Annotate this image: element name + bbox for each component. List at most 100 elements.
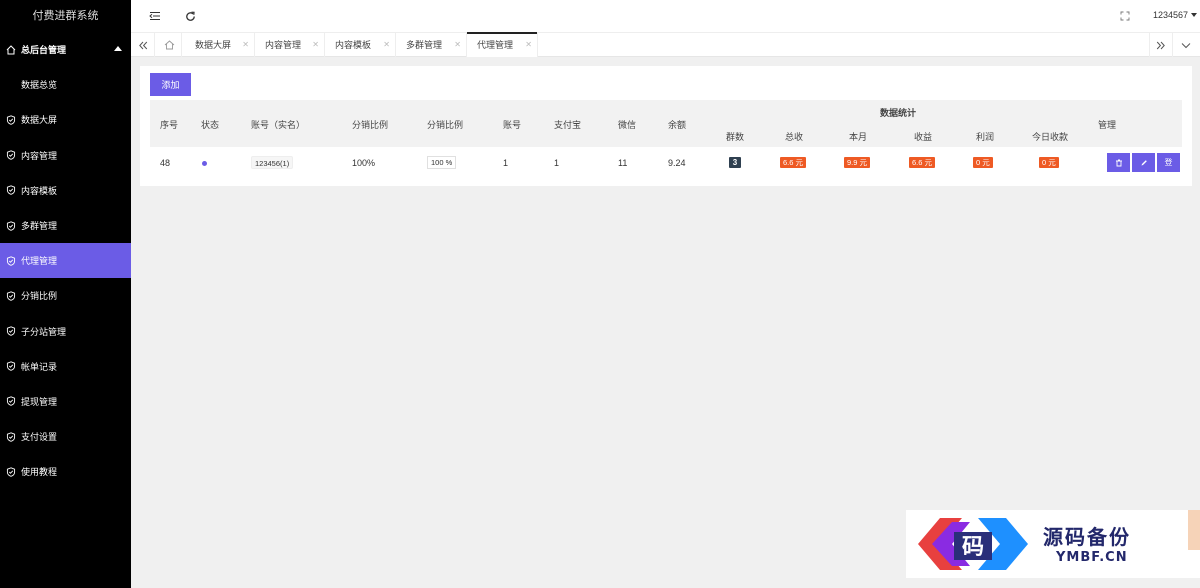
- watermark: 码 源码备份 YMBF.CN: [906, 510, 1200, 578]
- tab-dropdown-icon[interactable]: [1174, 33, 1198, 57]
- watermark-edge: [1188, 510, 1200, 550]
- header-seq: 序号: [160, 120, 179, 130]
- sidebar-item-label: 使用教程: [21, 467, 58, 478]
- cell-wechat: 11: [618, 158, 628, 168]
- tab-data-screen[interactable]: 数据大屏 ✕: [185, 33, 255, 57]
- close-icon[interactable]: ✕: [383, 33, 390, 57]
- sidebar-menu: 总后台管理 数据总览 数据大屏 内容管理 内容模板 多群管理 代理管理 分销比例…: [0, 32, 131, 489]
- sidebar-group-admin[interactable]: 总后台管理: [0, 32, 131, 67]
- tab-label: 数据大屏: [195, 40, 232, 50]
- ratio-input[interactable]: 100 %: [427, 156, 457, 169]
- home-icon: [6, 44, 16, 55]
- profit-badge: 0 元: [973, 157, 993, 168]
- sidebar-item-content-template[interactable]: 内容模板: [0, 173, 131, 208]
- refresh-icon[interactable]: [183, 9, 197, 23]
- top-header: 1234567: [131, 0, 1200, 32]
- tab-label: 代理管理: [477, 40, 514, 50]
- delete-button[interactable]: [1107, 153, 1130, 172]
- pencil-icon: [1141, 159, 1147, 165]
- tab-label: 内容模板: [335, 40, 372, 50]
- status-dot: [202, 161, 207, 166]
- close-icon[interactable]: ✕: [525, 33, 532, 57]
- shield-check-icon: [6, 115, 16, 125]
- sidebar-item-payment[interactable]: 支付设置: [0, 419, 131, 454]
- sidebar-item-withdraw[interactable]: 提现管理: [0, 384, 131, 419]
- login-button[interactable]: 登: [1157, 153, 1180, 172]
- shield-check-icon: [6, 256, 16, 266]
- cell-account-name: 123456(1): [251, 156, 294, 169]
- cell-alipay: 1: [554, 158, 560, 168]
- header-status: 状态: [201, 120, 220, 130]
- add-button[interactable]: 添加: [150, 73, 191, 96]
- shield-check-icon: [6, 150, 16, 160]
- header-stats-group: 数据统计: [880, 108, 917, 118]
- tab-scroll-left-icon[interactable]: [131, 33, 155, 57]
- watermark-en: YMBF.CN: [1056, 550, 1128, 565]
- cell-account: 1: [503, 158, 509, 168]
- sidebar-item-label: 分销比例: [21, 291, 58, 302]
- agent-panel: 添加 序号 状态 账号（实名） 分销比例 分销比例 账号 支付宝 微信 余额 数…: [140, 66, 1192, 186]
- tab-label: 内容管理: [265, 40, 302, 50]
- header-income: 收益: [914, 132, 933, 142]
- tab-home-icon[interactable]: [158, 33, 182, 57]
- sidebar-item-label: 代理管理: [21, 256, 58, 267]
- header-today: 今日收款: [1032, 132, 1069, 142]
- sidebar-item-distribution-ratio[interactable]: 分销比例: [0, 278, 131, 313]
- header-ratio: 分销比例: [352, 120, 389, 130]
- sidebar-item-label: 数据大屏: [21, 115, 58, 126]
- sidebar-item-agent[interactable]: 代理管理: [0, 243, 131, 279]
- caret-down-icon: [1191, 13, 1197, 17]
- sidebar: 付费进群系统 总后台管理 数据总览 数据大屏 内容管理 内容模板 多群管理 代理…: [0, 0, 131, 588]
- total-badge: 6.6 元: [780, 157, 807, 168]
- menu-collapse-icon[interactable]: [148, 9, 162, 23]
- watermark-logo-icon: 码: [918, 518, 1028, 570]
- tab-scroll-right-icon[interactable]: [1149, 33, 1173, 57]
- sidebar-item-label: 内容管理: [21, 150, 58, 161]
- header-manage: 管理: [1098, 120, 1117, 130]
- header-groups: 群数: [726, 132, 745, 142]
- shield-check-icon: [6, 361, 16, 372]
- header-profit: 利润: [976, 132, 995, 142]
- sidebar-item-label: 数据总览: [21, 80, 58, 91]
- sidebar-item-data-screen[interactable]: 数据大屏: [0, 102, 131, 137]
- tab-content-template[interactable]: 内容模板 ✕: [325, 33, 396, 57]
- shield-check-icon: [6, 396, 16, 407]
- sidebar-item-label: 多群管理: [21, 221, 58, 232]
- sidebar-item-tutorial[interactable]: 使用教程: [0, 454, 131, 489]
- header-account-name: 账号（实名）: [251, 120, 306, 130]
- sidebar-group-label: 总后台管理: [21, 45, 67, 56]
- row-actions: 登: [1107, 153, 1182, 172]
- sidebar-item-bills[interactable]: 帐单记录: [0, 349, 131, 384]
- close-icon[interactable]: ✕: [454, 33, 461, 57]
- user-menu[interactable]: 1234567: [1153, 10, 1197, 20]
- header-wechat: 微信: [618, 120, 637, 130]
- close-icon[interactable]: ✕: [242, 33, 249, 57]
- table-row: 48 123456(1) 100% 100 % 1 1 11 9.24 3 6.…: [150, 147, 1182, 179]
- shield-check-icon: [6, 431, 16, 442]
- sidebar-item-label: 子分站管理: [21, 326, 67, 337]
- edit-button[interactable]: [1132, 153, 1155, 172]
- sidebar-item-data-overview[interactable]: 数据总览: [0, 67, 131, 102]
- header-month: 本月: [849, 132, 868, 142]
- shield-check-icon: [6, 326, 16, 336]
- watermark-logo-char: 码: [962, 534, 984, 560]
- watermark-cn: 源码备份: [1043, 525, 1131, 549]
- sidebar-item-label: 帐单记录: [21, 361, 58, 372]
- tab-multi-group[interactable]: 多群管理 ✕: [396, 33, 467, 57]
- header-total: 总收: [785, 132, 804, 142]
- header-account: 账号: [503, 120, 522, 130]
- fullscreen-icon[interactable]: [1118, 9, 1132, 23]
- trash-icon: [1115, 159, 1122, 166]
- shield-check-icon: [6, 185, 16, 196]
- tab-agent[interactable]: 代理管理 ✕: [467, 32, 538, 57]
- tab-content[interactable]: 内容管理 ✕: [255, 33, 325, 57]
- income-badge: 6.6 元: [909, 157, 936, 168]
- sidebar-item-substation[interactable]: 子分站管理: [0, 314, 131, 349]
- cell-seq: 48: [160, 158, 171, 168]
- sidebar-item-content[interactable]: 内容管理: [0, 138, 131, 173]
- shield-check-icon: [6, 467, 16, 477]
- today-badge: 0 元: [1039, 157, 1059, 168]
- close-icon[interactable]: ✕: [312, 33, 319, 57]
- cell-ratio: 100%: [352, 158, 376, 168]
- sidebar-item-multi-group[interactable]: 多群管理: [0, 208, 131, 243]
